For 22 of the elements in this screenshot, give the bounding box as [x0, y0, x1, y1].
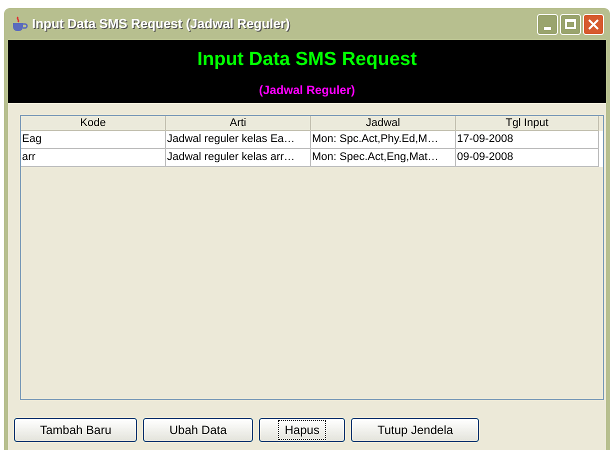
minimize-button[interactable]: [537, 14, 558, 34]
coffee-cup-icon: [10, 16, 28, 32]
table-row[interactable]: arr Jadwal reguler kelas arr… Mon: Spec.Act,Eng,Mat… 09-09-2008: [21, 149, 603, 167]
column-header[interactable]: Arti: [166, 116, 311, 131]
table-cell: Jadwal reguler kelas arr…: [166, 149, 311, 167]
table-cell: arr: [21, 149, 166, 167]
column-header[interactable]: Jadwal: [311, 116, 456, 131]
action-button[interactable]: Hapus: [258, 418, 346, 442]
column-header[interactable]: Kode: [21, 116, 166, 131]
action-button[interactable]: Tambah Baru: [14, 418, 138, 442]
window-title: Input Data SMS Request (Jadwal Reguler): [32, 15, 290, 34]
table-cell: Mon: Spec.Act,Eng,Mat…: [311, 149, 456, 167]
close-icon: [588, 18, 599, 30]
header-title: Input Data SMS Request: [197, 48, 417, 72]
action-button[interactable]: Ubah Data: [143, 418, 253, 442]
close-button[interactable]: [583, 14, 604, 34]
action-button[interactable]: Tutup Jendela: [351, 418, 480, 442]
table-cell: 09-09-2008: [456, 149, 599, 167]
header-subtitle: (Jadwal Reguler): [258, 82, 356, 98]
column-header[interactable]: Tgl Input: [456, 116, 599, 131]
maximize-button[interactable]: [560, 14, 581, 34]
table-row[interactable]: Eag Jadwal reguler kelas Ea… Mon: Spc.Act,Phy.Ed,M… 17-09-2008: [21, 131, 603, 149]
